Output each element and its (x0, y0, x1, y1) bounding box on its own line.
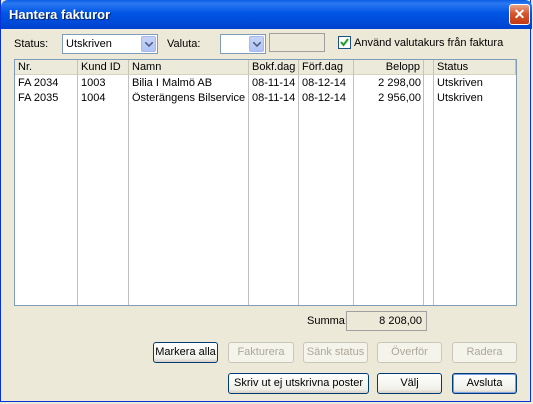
cell-nr: FA 2035 (18, 92, 59, 104)
column-header-kund-id[interactable]: Kund ID (78, 60, 129, 75)
column-divider (248, 75, 249, 305)
valuta-label: Valuta: (167, 38, 201, 50)
cell-nr: FA 2034 (18, 77, 59, 89)
column-divider (433, 75, 434, 305)
cell-namn: Bilia I Malmö AB (132, 77, 213, 89)
status-label: Status: (14, 38, 49, 50)
summa-value: 8 208,00 (346, 311, 427, 331)
cell-bokf-dag: 08-11-14 (252, 92, 296, 104)
column-header-blank[interactable] (424, 60, 434, 75)
column-divider (423, 75, 424, 305)
cell-bokf-dag: 08-11-14 (252, 77, 296, 89)
print-unprinted-button[interactable]: Skriv ut ej utskrivna poster (228, 373, 369, 394)
chevron-down-icon[interactable] (141, 36, 156, 52)
cell-forf-dag: 08-12-14 (302, 77, 347, 89)
valuta-rate-field (269, 33, 325, 52)
chevron-down-icon[interactable] (249, 36, 264, 52)
cell-forf-dag: 08-12-14 (302, 92, 347, 104)
window-title: Hantera fakturor (9, 7, 111, 22)
delete-button[interactable]: Radera (452, 342, 517, 363)
invoice-table[interactable]: Nr. Kund ID Namn Bokf.dag Förf.dag Belop… (14, 59, 517, 306)
cell-namn: Österängens Bilservice (132, 92, 246, 104)
use-rate-label: Använd valutakurs från faktura (354, 37, 504, 49)
column-divider (298, 75, 299, 305)
cell-status: Utskriven (437, 77, 483, 89)
status-dropdown[interactable]: Utskriven (62, 34, 158, 54)
use-rate-checkbox[interactable] (338, 36, 351, 49)
column-header-belopp[interactable]: Belopp (354, 60, 424, 75)
column-header-bokf-dag[interactable]: Bokf.dag (249, 60, 299, 75)
lower-status-button[interactable]: Sänk status (303, 342, 368, 363)
select-button[interactable]: Välj (377, 373, 442, 394)
dialog-window: Hantera fakturor ✕ Status: Utskriven Val… (0, 0, 532, 402)
transfer-button[interactable]: Överför (377, 342, 442, 363)
cell-kund-id: 1003 (81, 77, 106, 89)
column-header-namn[interactable]: Namn (129, 60, 249, 75)
invoice-button[interactable]: Fakturera (228, 342, 294, 363)
column-header-nr[interactable]: Nr. (15, 60, 78, 75)
valuta-dropdown[interactable] (220, 34, 266, 54)
cell-kund-id: 1004 (81, 92, 106, 104)
close-button[interactable]: Avsluta (452, 373, 517, 394)
title-bar[interactable]: Hantera fakturor ✕ (1, 0, 532, 29)
column-divider (128, 75, 129, 305)
summa-label: Summa: (307, 315, 348, 327)
mark-all-button[interactable]: Markera alla (153, 342, 218, 363)
status-dropdown-value: Utskriven (66, 38, 112, 50)
column-header-status[interactable]: Status (434, 60, 516, 75)
column-header-forf-dag[interactable]: Förf.dag (299, 60, 354, 75)
column-divider (353, 75, 354, 305)
cell-belopp: 2 298,00 (378, 77, 421, 89)
cell-belopp: 2 956,00 (378, 92, 421, 104)
column-divider (77, 75, 78, 305)
cell-status: Utskriven (437, 92, 483, 104)
close-icon[interactable]: ✕ (509, 4, 530, 25)
